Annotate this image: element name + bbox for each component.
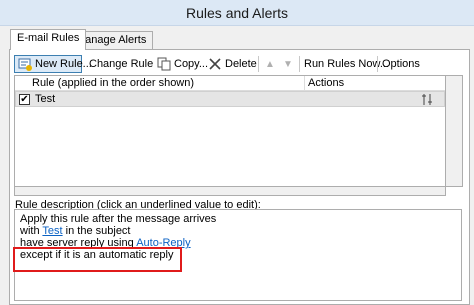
- table-row[interactable]: ✔ Test: [15, 91, 445, 107]
- arrow-up-icon: ▲: [265, 58, 275, 70]
- description-line: except if it is an automatic reply: [20, 249, 174, 261]
- arrow-down-icon: ▼: [283, 58, 293, 70]
- rule-description-box[interactable]: Apply this rule after the message arrive…: [14, 209, 462, 301]
- toolbar-separator: [377, 56, 378, 72]
- auto-reply-link[interactable]: Auto-Reply: [136, 237, 190, 249]
- description-line: Apply this rule after the message arrive…: [20, 213, 217, 225]
- rules-list-header: Rule (applied in the order shown) Action…: [15, 76, 445, 91]
- rule-name: Test: [35, 93, 56, 105]
- new-rule-button[interactable]: New Rule...: [14, 55, 92, 73]
- description-line: have server reply using Auto-Reply: [20, 237, 456, 249]
- tab-manage-alerts-label: Manage Alerts: [76, 34, 147, 46]
- column-header-actions[interactable]: Actions: [304, 76, 344, 91]
- delete-label: Delete: [225, 58, 257, 70]
- rules-list-horizontal-scrollbar[interactable]: [14, 187, 446, 196]
- rule-enabled-checkbox[interactable]: ✔: [19, 94, 30, 105]
- tab-email-rules-label: E-mail Rules: [17, 32, 80, 44]
- column-header-rule[interactable]: Rule (applied in the order shown): [32, 77, 194, 89]
- options-button[interactable]: Options: [382, 55, 420, 73]
- description-text: have server reply using: [20, 237, 134, 249]
- move-down-button[interactable]: ▼: [283, 55, 293, 73]
- subject-words-link[interactable]: Test: [42, 225, 62, 237]
- title-bar: Rules and Alerts: [0, 0, 474, 26]
- description-line: with Test in the subject: [20, 225, 456, 237]
- delete-button[interactable]: Delete: [208, 55, 257, 73]
- description-text: with: [20, 225, 40, 237]
- toolbar-separator: [258, 56, 259, 72]
- delete-icon: [208, 57, 222, 71]
- copy-label: Copy...: [174, 58, 209, 70]
- options-label: Options: [382, 58, 420, 70]
- rules-list[interactable]: Rule (applied in the order shown) Action…: [14, 75, 446, 187]
- rules-list-vertical-scrollbar[interactable]: [446, 75, 463, 187]
- copy-button[interactable]: Copy...: [157, 55, 208, 73]
- window-title: Rules and Alerts: [186, 5, 288, 21]
- description-text: in the subject: [65, 225, 131, 237]
- move-up-button[interactable]: ▲: [265, 55, 275, 73]
- new-rule-label: New Rule...: [35, 58, 92, 70]
- tab-email-rules[interactable]: E-mail Rules: [10, 29, 87, 50]
- rule-actions-icon: [421, 93, 435, 109]
- toolbar-separator: [299, 56, 300, 72]
- change-rule-label: Change Rule: [89, 58, 154, 70]
- copy-icon: [157, 57, 171, 71]
- change-rule-button[interactable]: Change Rule ▼: [89, 55, 163, 73]
- new-rule-icon: [18, 57, 32, 71]
